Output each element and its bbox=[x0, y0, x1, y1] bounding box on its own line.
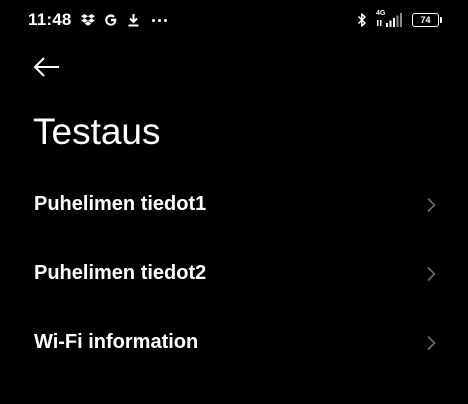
battery-icon: 74 bbox=[412, 13, 439, 27]
list-item-label: Wi-Fi information bbox=[34, 331, 199, 353]
back-button[interactable] bbox=[33, 53, 67, 81]
status-time: 11:48 bbox=[28, 10, 72, 29]
chevron-right-icon bbox=[426, 266, 436, 282]
settings-list: Puhelimen tiedot1 Puhelimen tiedot2 Wi-F… bbox=[0, 170, 468, 377]
page-title: Testaus bbox=[33, 111, 161, 152]
list-item-puhelimen-tiedot1[interactable]: Puhelimen tiedot1 bbox=[0, 170, 468, 239]
chevron-right-icon bbox=[426, 197, 436, 213]
status-bar: 11:48 4G 74 bbox=[0, 0, 468, 40]
battery-level: 74 bbox=[420, 15, 431, 25]
status-bar-right: 4G 74 bbox=[348, 9, 442, 31]
more-notifications-icon bbox=[151, 18, 170, 22]
list-item-label: Puhelimen tiedot1 bbox=[34, 193, 207, 215]
bluetooth-icon bbox=[357, 12, 367, 28]
chevron-right-icon bbox=[426, 335, 436, 351]
status-bar-left: 11:48 bbox=[28, 9, 170, 31]
battery-tip bbox=[440, 17, 442, 23]
arrow-left-icon bbox=[33, 57, 59, 77]
download-icon bbox=[127, 13, 140, 27]
list-item-puhelimen-tiedot2[interactable]: Puhelimen tiedot2 bbox=[0, 239, 468, 308]
list-item-wifi-information[interactable]: Wi-Fi information bbox=[0, 308, 468, 377]
google-icon bbox=[104, 13, 118, 27]
signal-icon: 4G bbox=[376, 10, 406, 29]
dropbox-icon bbox=[80, 13, 95, 27]
list-item-label: Puhelimen tiedot2 bbox=[34, 262, 207, 284]
